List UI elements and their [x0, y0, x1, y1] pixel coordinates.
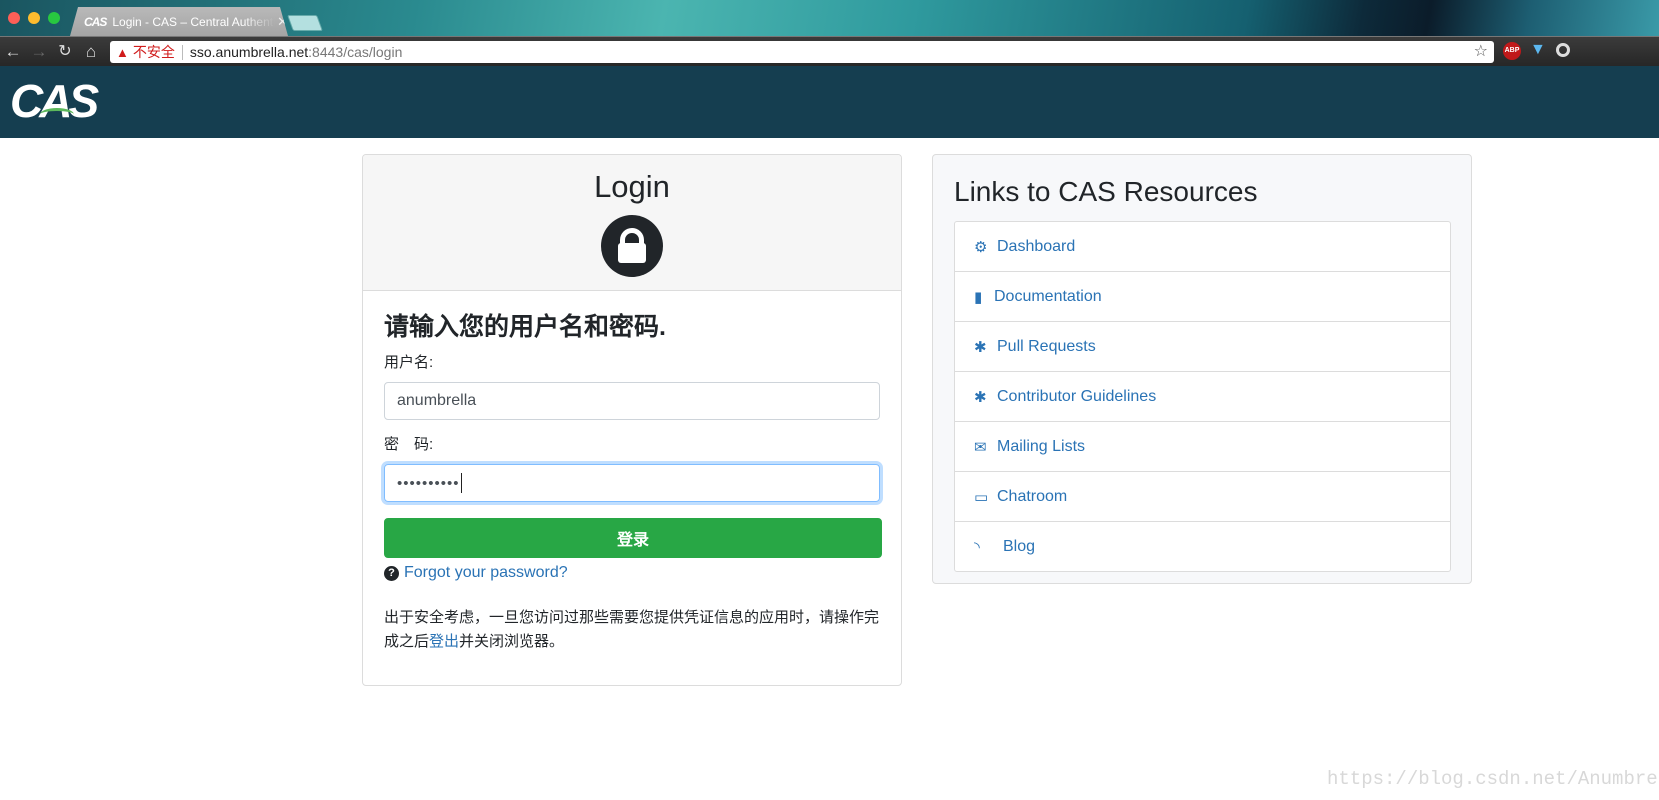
security-notice: 出于安全考虑，一旦您访问过那些需要您提供凭证信息的应用时，请操作完成之后登出并关… [384, 606, 880, 654]
login-title: Login [594, 169, 670, 204]
forward-arrow-icon[interactable]: → [28, 41, 50, 63]
envelope-icon: ✉ [974, 438, 987, 456]
bug-icon: ✱ [974, 388, 987, 406]
warning-triangle-icon: ▲ [116, 44, 129, 60]
logout-link[interactable]: 登出 [429, 633, 459, 650]
resource-pull-requests[interactable]: ✱ Pull Requests [955, 322, 1450, 372]
forgot-password-link[interactable]: Forgot your password? [404, 564, 568, 582]
watermark: https://blog.csdn.net/Anumbrella [1327, 768, 1659, 790]
question-circle-icon: ? [384, 565, 399, 581]
resource-label[interactable]: Documentation [994, 288, 1102, 306]
browser-tabstrip: CAS Login - CAS – Central Authentication… [0, 0, 1659, 36]
login-card-header: Login [363, 155, 901, 291]
home-icon[interactable]: ⌂ [80, 41, 102, 63]
omnibox-divider [181, 44, 183, 60]
resource-contributor-guidelines[interactable]: ✱ Contributor Guidelines [955, 372, 1450, 422]
resource-label[interactable]: Pull Requests [997, 338, 1096, 356]
resource-label[interactable]: Dashboard [997, 238, 1075, 256]
password-value: •••••••••• [397, 474, 460, 492]
cas-favicon-icon: CAS [84, 14, 107, 29]
username-label: 用户名: [384, 354, 434, 371]
text-caret [460, 473, 462, 493]
resource-mailing-lists[interactable]: ✉ Mailing Lists [955, 422, 1450, 472]
resource-label[interactable]: Contributor Guidelines [997, 388, 1156, 406]
bug-icon: ✱ [974, 338, 987, 356]
password-input[interactable]: •••••••••• [384, 464, 880, 502]
rss-icon: ◝ [974, 538, 980, 556]
resource-documentation[interactable]: ▮ Documentation [955, 272, 1450, 322]
file-icon: ▮ [974, 288, 983, 306]
security-label[interactable]: 不安全 [133, 42, 175, 62]
resources-card: Links to CAS Resources ⚙ Dashboard ▮ Docum… [932, 154, 1472, 584]
forgot-password-row: ? Forgot your password? [384, 564, 880, 582]
resources-title: Links to CAS Resources [954, 176, 1258, 207]
login-form: 请输入您的用户名和密码. 用户名: anumbrella 密 码: ••••••… [363, 291, 901, 674]
window-zoom-button[interactable] [48, 12, 60, 24]
window-minimize-button[interactable] [28, 12, 40, 24]
notice-text-end: 并关闭浏览器。 [459, 633, 565, 650]
resource-label[interactable]: Chatroom [997, 488, 1067, 506]
resource-label[interactable]: Blog [1003, 538, 1035, 556]
back-arrow-icon[interactable]: ← [2, 41, 24, 63]
new-tab-button[interactable] [287, 15, 323, 31]
resource-blog[interactable]: ◝ Blog [955, 522, 1450, 571]
window-close-button[interactable] [8, 12, 20, 24]
adblock-extension-icon[interactable]: ABP [1503, 42, 1521, 60]
login-card: Login 请输入您的用户名和密码. 用户名: anumbrella 密 码: … [362, 154, 902, 686]
url-host: sso.anumbrella.net [189, 44, 309, 60]
extension-icon[interactable] [1556, 43, 1570, 57]
comment-icon: ▭ [974, 488, 989, 506]
resource-label[interactable]: Mailing Lists [997, 438, 1085, 456]
browser-tab-active[interactable]: CAS Login - CAS – Central Authentication… [70, 7, 288, 36]
cas-logo-swoosh [40, 108, 74, 121]
username-value: anumbrella [397, 392, 477, 409]
resource-dashboard[interactable]: ⚙ Dashboard [955, 222, 1450, 272]
address-bar[interactable]: ▲ 不安全 sso.anumbrella.net :8443/cas/login… [110, 41, 1494, 63]
reload-icon[interactable]: ↻ [54, 41, 76, 63]
username-input[interactable]: anumbrella [384, 382, 880, 420]
browser-toolbar: ← → ↻ ⌂ ▲ 不安全 sso.anumbrella.net :8443/c… [0, 36, 1659, 67]
resource-chatroom[interactable]: ▭ Chatroom [955, 472, 1450, 522]
login-submit-button[interactable]: 登录 [384, 518, 882, 558]
login-heading: 请输入您的用户名和密码. [384, 313, 666, 341]
cogs-icon: ⚙ [974, 238, 988, 256]
url-path: :8443/cas/login [308, 44, 403, 60]
resources-list: ⚙ Dashboard ▮ Documentation ✱ Pull Requests… [954, 221, 1451, 572]
tab-title: Login - CAS – Central Authentication Ser… [112, 14, 276, 29]
cas-header: CAS [0, 66, 1659, 138]
gem-extension-icon[interactable]: ▼ [1530, 41, 1546, 59]
lock-icon [601, 215, 663, 277]
tab-close-icon[interactable]: ✕ [277, 14, 288, 30]
bookmark-star-icon[interactable]: ☆ [1474, 41, 1488, 63]
password-label: 密 码: [384, 436, 434, 453]
